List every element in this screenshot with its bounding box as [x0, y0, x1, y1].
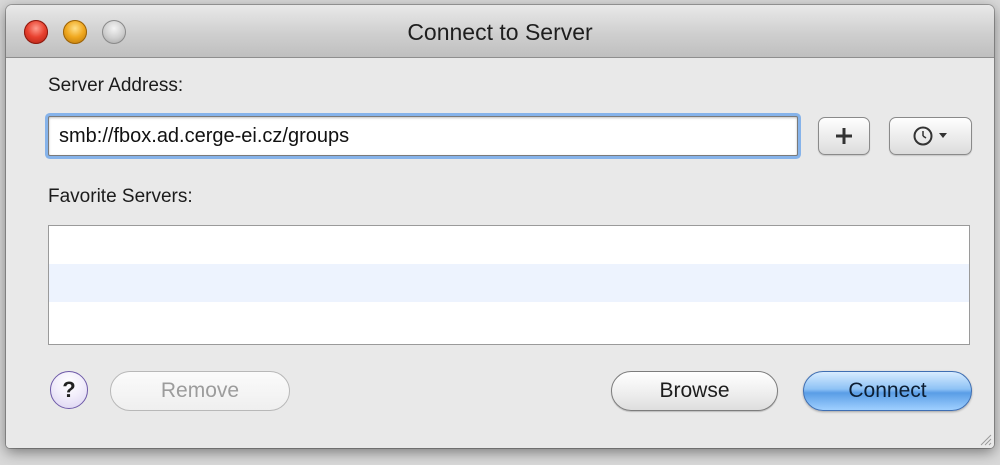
favorite-servers-list[interactable]: [48, 225, 970, 345]
connect-button[interactable]: Connect: [803, 371, 972, 411]
clock-dropdown-icon: [913, 126, 947, 146]
list-item[interactable]: [49, 264, 969, 302]
plus-icon: [836, 128, 852, 144]
remove-button[interactable]: Remove: [110, 371, 290, 411]
list-item[interactable]: [49, 302, 969, 340]
server-address-label: Server Address:: [48, 75, 184, 96]
list-item[interactable]: [49, 226, 969, 264]
browse-button[interactable]: Browse: [611, 371, 778, 411]
add-favorite-button[interactable]: [818, 117, 870, 155]
dialog-content: Server Address: Favorite Servers: ? Remo…: [6, 58, 994, 448]
window-title: Connect to Server: [407, 19, 593, 45]
connect-to-server-window: Connect to Server Server Address: Favori…: [6, 5, 994, 448]
server-address-input[interactable]: [48, 116, 798, 156]
title-bar[interactable]: Connect to Server: [6, 5, 994, 58]
favorite-servers-label: Favorite Servers:: [48, 186, 193, 207]
help-button[interactable]: ?: [50, 371, 88, 409]
resize-grip-icon[interactable]: [978, 432, 992, 446]
recent-servers-button[interactable]: [889, 117, 972, 155]
